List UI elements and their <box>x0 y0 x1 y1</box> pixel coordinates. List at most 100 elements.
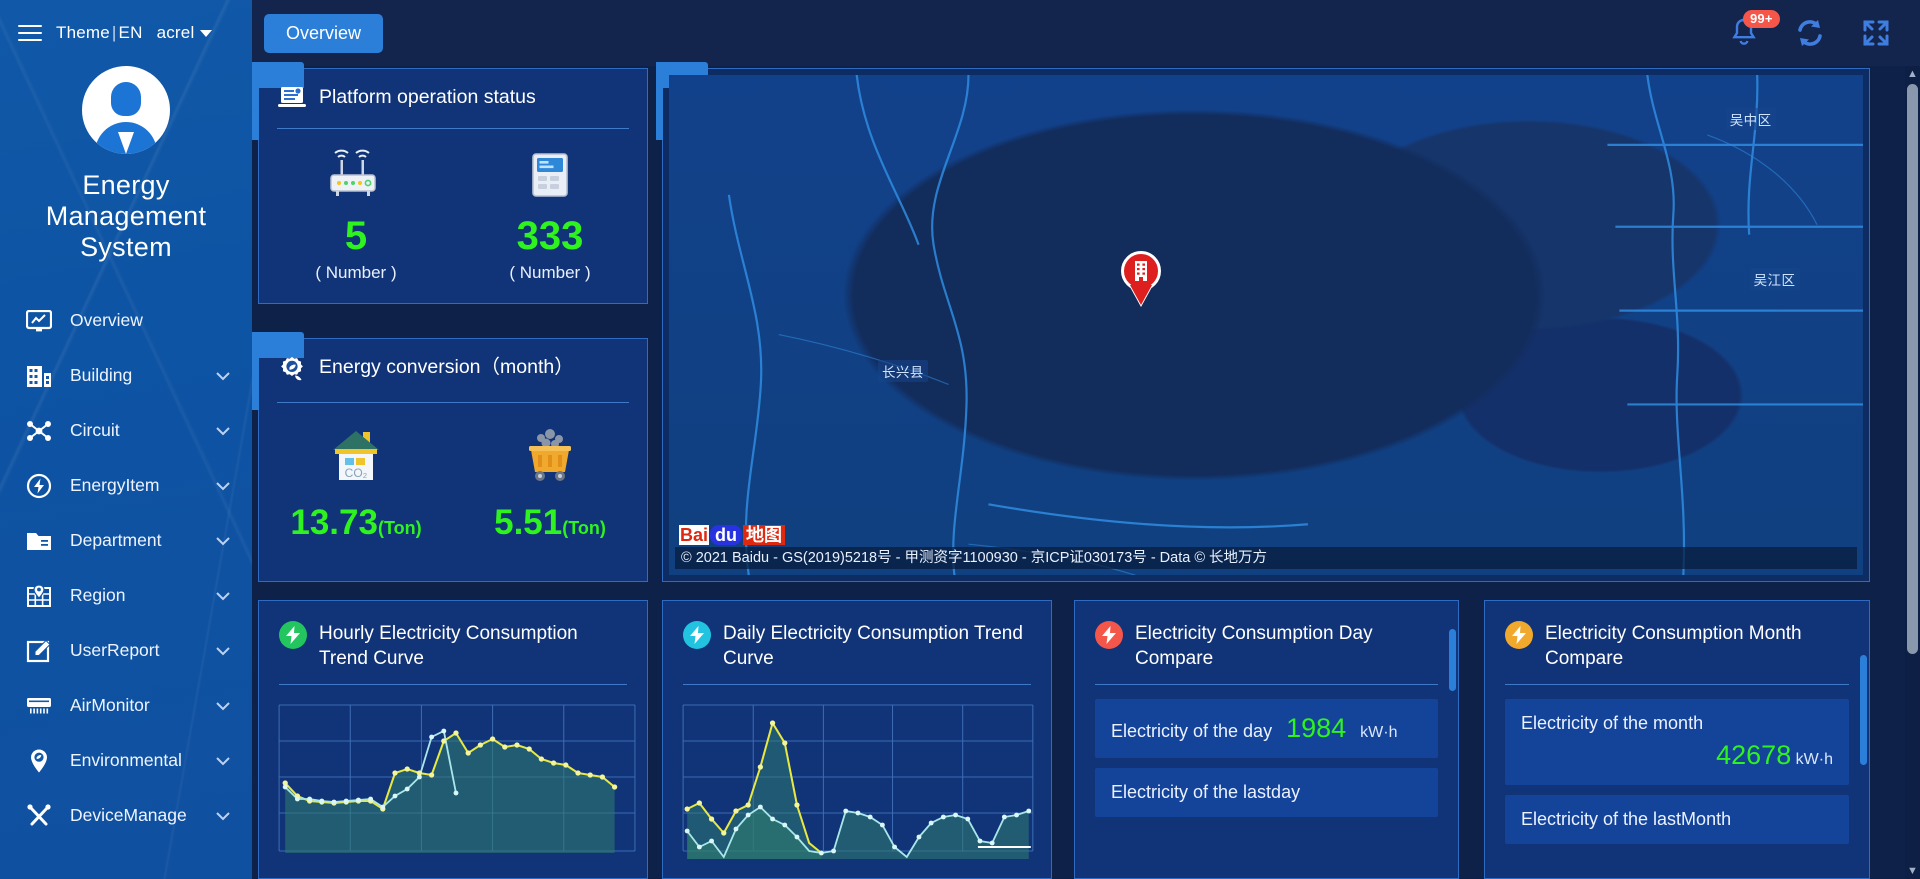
energy-conversion-card: Energy conversion（month） CO₂ 13.73(Ton) <box>252 332 648 582</box>
theme-lang-switch[interactable]: Theme | EN <box>56 23 143 43</box>
compare-unit: kW·h <box>1360 724 1398 741</box>
sidebar-item-circuit[interactable]: Circuit <box>0 403 252 458</box>
sidebar-item-environmental[interactable]: Environmental <box>0 733 252 788</box>
map-pin-leaf-icon <box>24 748 54 774</box>
compare-value: 42678 <box>1716 740 1792 770</box>
card-title: Platform operation status <box>319 86 536 108</box>
bell-icon[interactable]: 99+ <box>1726 10 1780 51</box>
tools-cross-icon <box>24 803 54 829</box>
map-label: 吴江区 <box>1749 267 1800 290</box>
brand-block: Energy Management System <box>0 66 252 263</box>
laptop-report-icon <box>277 85 307 116</box>
sidebar-item-department[interactable]: Department <box>0 513 252 568</box>
refresh-icon[interactable] <box>1792 15 1828 51</box>
sidebar: Theme | EN acrel Energy Management System … <box>0 0 252 879</box>
co2-value: 13.73 <box>290 503 378 542</box>
page-scrollbar[interactable]: ▲ ▼ <box>1905 66 1920 879</box>
chevron-down-icon <box>216 475 236 496</box>
card-title: Electricity Consumption Month Compare <box>1545 623 1802 669</box>
baidu-logo-bai: Bai <box>679 525 710 545</box>
theme-label: Theme <box>56 23 110 42</box>
sidebar-item-label: Overview <box>70 310 143 330</box>
chevron-down-icon <box>216 695 236 716</box>
sidebar-item-region[interactable]: Region <box>0 568 252 623</box>
chevron-down-icon <box>216 420 236 441</box>
map-roads <box>727 75 1863 575</box>
bolt-icon <box>1505 621 1533 649</box>
sidebar-item-building[interactable]: Building <box>0 348 252 403</box>
sidebar-menu: Overview Building Circuit EnergyItem Dep… <box>0 293 252 843</box>
scroll-up-arrow[interactable]: ▲ <box>1905 66 1920 82</box>
sidebar-item-airmonitor[interactable]: AirMonitor <box>0 678 252 733</box>
divider <box>277 128 629 129</box>
air-conditioner-icon <box>24 693 54 719</box>
card-title: Daily Electricity Consumption Trend Curv… <box>723 623 1023 669</box>
router-icon <box>259 143 453 207</box>
bolt-icon <box>279 621 307 649</box>
monitor-chart-icon <box>24 308 54 334</box>
sidebar-item-overview[interactable]: Overview <box>0 293 252 348</box>
chart-svg <box>682 704 1034 859</box>
sidebar-header: Theme | EN acrel <box>0 0 252 66</box>
compare-row: Electricity of the day 1984 kW·h <box>1095 699 1438 758</box>
scrollbar-thumb[interactable] <box>1907 84 1918 654</box>
scroll-down-arrow[interactable]: ▼ <box>1905 863 1920 879</box>
chevron-down-icon <box>216 640 236 661</box>
svg-text:CO₂: CO₂ <box>345 466 368 480</box>
theme-lang-separator: | <box>111 23 117 42</box>
hourly-consumption-card: Hourly Electricity Consumption Trend Cur… <box>258 600 648 879</box>
coal-unit: (Ton) <box>562 518 606 538</box>
notification-badge: 99+ <box>1743 10 1780 28</box>
month-compare-list: Electricity of the month 42678 kW·h Elec… <box>1485 685 1869 844</box>
user-name: acrel <box>156 23 195 42</box>
compare-value-line: 42678 kW·h <box>1521 740 1833 771</box>
day-compare-list: Electricity of the day 1984 kW·h Electri… <box>1075 685 1458 817</box>
stat-meters: 333 ( Number ) <box>453 143 647 283</box>
sidebar-item-userreport[interactable]: UserReport <box>0 623 252 678</box>
building-pin-icon[interactable] <box>1120 251 1161 305</box>
card-scrollbar[interactable] <box>1449 605 1456 874</box>
card-scrollbar[interactable] <box>1860 605 1867 874</box>
pencil-note-icon <box>24 638 54 664</box>
meter-device-icon <box>453 143 647 207</box>
user-menu[interactable]: acrel <box>157 23 213 43</box>
lang-label: EN <box>118 23 143 42</box>
compare-row: Electricity of the lastMonth <box>1505 795 1849 844</box>
coal-item: 5.51(Ton) <box>453 419 647 548</box>
card-header: Hourly Electricity Consumption Trend Cur… <box>259 601 647 671</box>
daily-consumption-card: Daily Electricity Consumption Trend Curv… <box>662 600 1052 879</box>
day-compare-card: Electricity Consumption Day Compare Elec… <box>1074 600 1459 879</box>
hourly-trend-chart <box>273 701 639 861</box>
divider <box>277 402 629 403</box>
hamburger-menu-icon[interactable] <box>18 25 42 41</box>
divider <box>683 684 1031 685</box>
topbar-actions: 99+ <box>1726 10 1920 51</box>
card-header: Daily Electricity Consumption Trend Curv… <box>663 601 1051 671</box>
sidebar-item-devicemanage[interactable]: DeviceManage <box>0 788 252 843</box>
card-title: Electricity Consumption Day Compare <box>1135 623 1373 669</box>
energy-conversion-items: CO₂ 13.73 (Ton) 5.51(Ton) <box>259 419 647 548</box>
stat-unit: ( Number ) <box>509 263 591 282</box>
platform-stats: 5 ( Number ) 333 ( Number ) <box>259 143 647 283</box>
month-compare-card: Electricity Consumption Month Compare El… <box>1484 600 1870 879</box>
sidebar-item-energyitem[interactable]: EnergyItem <box>0 458 252 513</box>
tab-overview[interactable]: Overview <box>264 13 384 53</box>
chart-svg <box>278 704 636 853</box>
gear-leaf-icon <box>277 355 307 390</box>
compare-value: 1984 <box>1286 713 1347 743</box>
divider <box>279 684 627 685</box>
sidebar-item-label: DeviceManage <box>70 805 187 825</box>
baidu-map[interactable]: 吴中区 吴江区 长兴县 Bai du 地图 © 2021 Baidu - GS(20… <box>669 75 1863 575</box>
fullscreen-icon[interactable] <box>1858 15 1894 51</box>
region-pin-grid-icon <box>24 583 54 609</box>
compare-label: Electricity of the lastMonth <box>1521 809 1732 829</box>
page-title: Energy Management System <box>45 170 207 262</box>
bolt-icon <box>683 621 711 649</box>
sidebar-item-label: Circuit <box>70 420 120 440</box>
map-panel[interactable]: 吴中区 吴江区 长兴县 Bai du 地图 © 2021 Baidu - GS(20… <box>656 62 1870 582</box>
compare-label: Electricity of the day <box>1111 721 1273 741</box>
stat-value: 5 <box>344 214 368 258</box>
bolt-circle-icon <box>24 473 54 499</box>
card-title: Hourly Electricity Consumption Trend Cur… <box>319 623 578 669</box>
sidebar-item-label: Building <box>70 365 133 385</box>
